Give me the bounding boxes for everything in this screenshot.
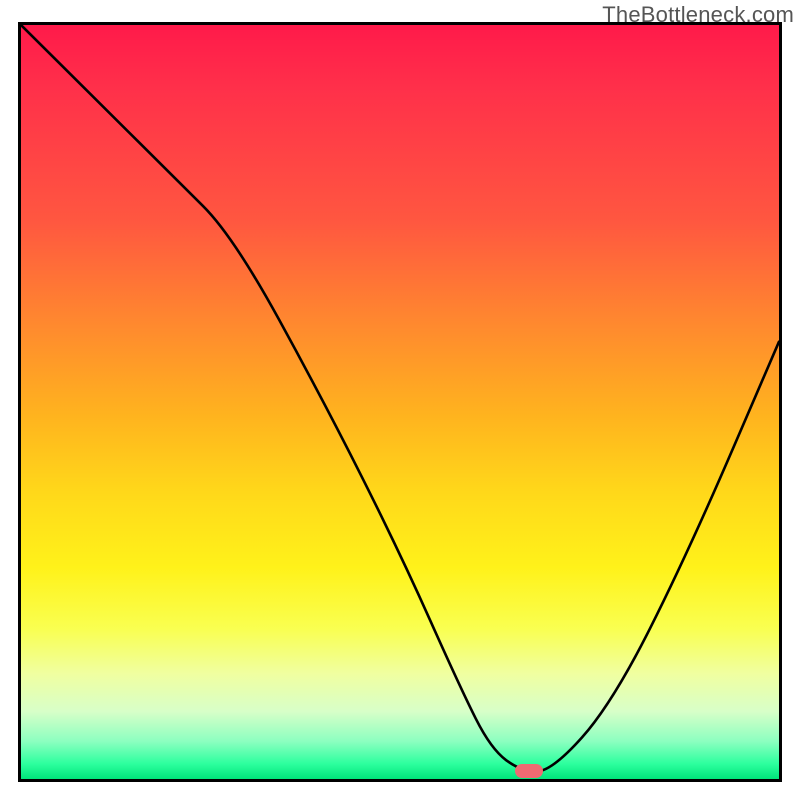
watermark-text: TheBottleneck.com <box>602 2 794 28</box>
curve-path <box>21 25 779 771</box>
plot-frame <box>18 22 782 782</box>
chart-container: TheBottleneck.com <box>0 0 800 800</box>
optimal-marker <box>515 764 543 778</box>
bottleneck-curve <box>21 25 779 779</box>
